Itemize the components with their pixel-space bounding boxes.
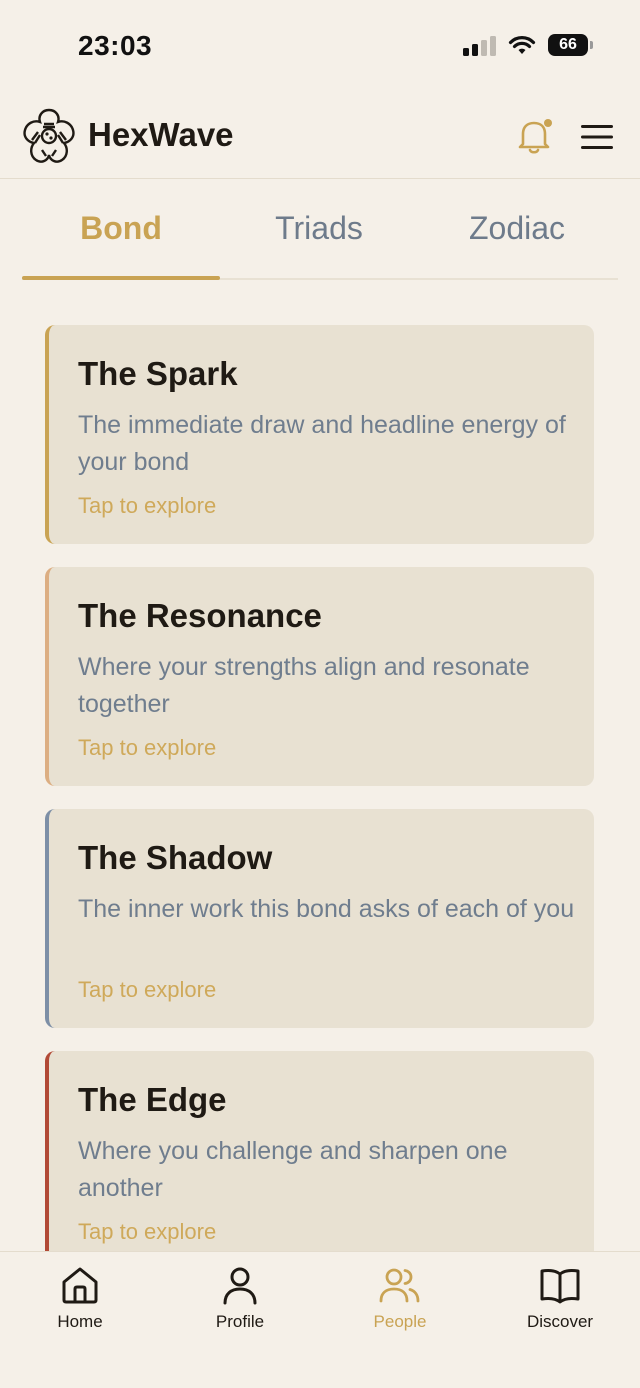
nav-profile[interactable]: Profile <box>160 1264 320 1332</box>
status-time: 23:03 <box>78 30 153 61</box>
battery-icon: 66 <box>548 34 593 56</box>
wifi-icon <box>508 36 536 54</box>
nav-discover[interactable]: Discover <box>480 1264 640 1332</box>
hexwave-logo-icon[interactable] <box>18 106 80 168</box>
cellular-signal-icon <box>463 34 496 56</box>
nav-discover-label: Discover <box>526 1312 594 1331</box>
tab-zodiac[interactable]: Zodiac <box>418 210 616 247</box>
tab-bond[interactable]: Bond <box>22 210 220 247</box>
status-indicators: 66 <box>463 34 593 56</box>
card-description: Where your strengths align and resonate … <box>78 653 530 718</box>
card-cta: Tap to explore <box>78 977 217 1002</box>
nav-people-label: People <box>373 1312 427 1331</box>
card-description: Where you challenge and sharpen one anot… <box>78 1137 508 1202</box>
app-title: HexWave <box>88 116 234 153</box>
active-tab-indicator <box>22 276 220 280</box>
card-cta: Tap to explore <box>78 735 217 760</box>
hamburger-menu-icon[interactable] <box>578 122 616 152</box>
user-icon <box>223 1267 257 1305</box>
status-bar: 23:03 66 <box>0 0 640 92</box>
card-cta: Tap to explore <box>78 493 217 518</box>
tab-triads[interactable]: Triads <box>220 210 418 247</box>
tab-bar: Bond Triads Zodiac <box>22 190 618 280</box>
nav-people[interactable]: People <box>320 1264 480 1332</box>
card-description: The inner work this bond asks of each of… <box>78 895 575 923</box>
bottom-navigation: Home Profile People Discover <box>0 1251 640 1388</box>
card-title: The Edge <box>78 1081 227 1118</box>
app-header: HexWave <box>0 92 640 179</box>
card-spark[interactable]: The Spark The immediate draw and headlin… <box>45 325 594 544</box>
card-shadow[interactable]: The Shadow The inner work this bond asks… <box>45 809 594 1028</box>
card-resonance[interactable]: The Resonance Where your strengths align… <box>45 567 594 786</box>
card-description: The immediate draw and headline energy o… <box>78 411 566 476</box>
nav-home[interactable]: Home <box>0 1264 160 1332</box>
nav-profile-label: Profile <box>215 1312 265 1331</box>
card-title: The Shadow <box>78 839 273 876</box>
nav-home-label: Home <box>57 1312 103 1331</box>
bell-icon[interactable] <box>514 116 554 156</box>
battery-level: 66 <box>559 36 577 53</box>
card-cta: Tap to explore <box>78 1219 217 1244</box>
card-title: The Resonance <box>78 597 322 634</box>
card-title: The Spark <box>78 355 238 392</box>
home-icon <box>62 1267 98 1304</box>
card-edge[interactable]: The Edge Where you challenge and sharpen… <box>45 1051 594 1270</box>
people-icon <box>379 1268 420 1303</box>
book-icon <box>540 1268 580 1304</box>
